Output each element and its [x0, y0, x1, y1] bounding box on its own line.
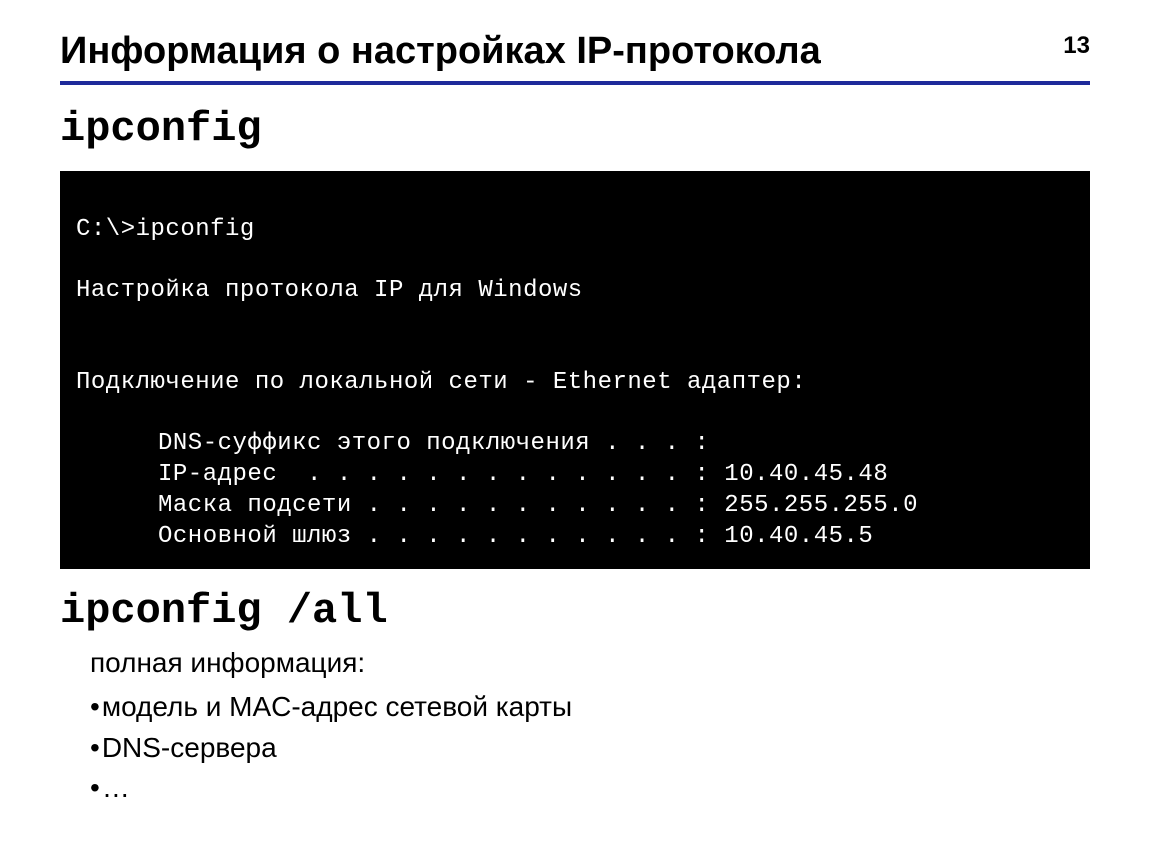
bullet-text: …	[102, 768, 130, 809]
terminal-line-adapter: Подключение по локальной сети - Ethernet…	[76, 367, 1074, 398]
bullet-item-2: • DNS-сервера	[90, 728, 1090, 769]
bullet-item-3: • …	[90, 768, 1090, 809]
command-heading-ipconfig: ipconfig	[60, 105, 1090, 153]
terminal-dns-suffix: DNS-суффикс этого подключения . . . :	[76, 428, 1074, 459]
terminal-line-header: Настройка протокола IP для Windows	[76, 275, 1074, 306]
info-list: полная информация: • модель и MAC-адрес …	[60, 643, 1090, 809]
terminal-blank	[76, 337, 1074, 367]
terminal-blank	[76, 307, 1074, 337]
terminal-blank	[76, 245, 1074, 275]
terminal-blank	[76, 398, 1074, 428]
terminal-ip-address: IP-адрес . . . . . . . . . . . . . : 10.…	[76, 459, 1074, 490]
command-heading-ipconfig-all: ipconfig /all	[60, 587, 1090, 635]
header-row: Информация о настройках IP-протокола 13	[60, 30, 1090, 85]
bullet-dot-icon: •	[90, 768, 100, 809]
bullet-dot-icon: •	[90, 687, 100, 728]
terminal-output: C:\>ipconfig Настройка протокола IP для W…	[60, 171, 1090, 569]
bullet-text: DNS-сервера	[102, 728, 277, 769]
bullet-text: модель и MAC-адрес сетевой карты	[102, 687, 572, 728]
terminal-prompt-line: C:\>ipconfig	[76, 214, 1074, 245]
slide-title: Информация о настройках IP-протокола	[60, 30, 821, 73]
bullet-item-1: • модель и MAC-адрес сетевой карты	[90, 687, 1090, 728]
page-number: 13	[1063, 32, 1090, 60]
terminal-subnet-mask: Маска подсети . . . . . . . . . . . : 25…	[76, 490, 1074, 521]
terminal-default-gateway: Основной шлюз . . . . . . . . . . . : 10…	[76, 521, 1074, 552]
bullet-dot-icon: •	[90, 728, 100, 769]
info-intro: полная информация:	[90, 643, 1090, 684]
